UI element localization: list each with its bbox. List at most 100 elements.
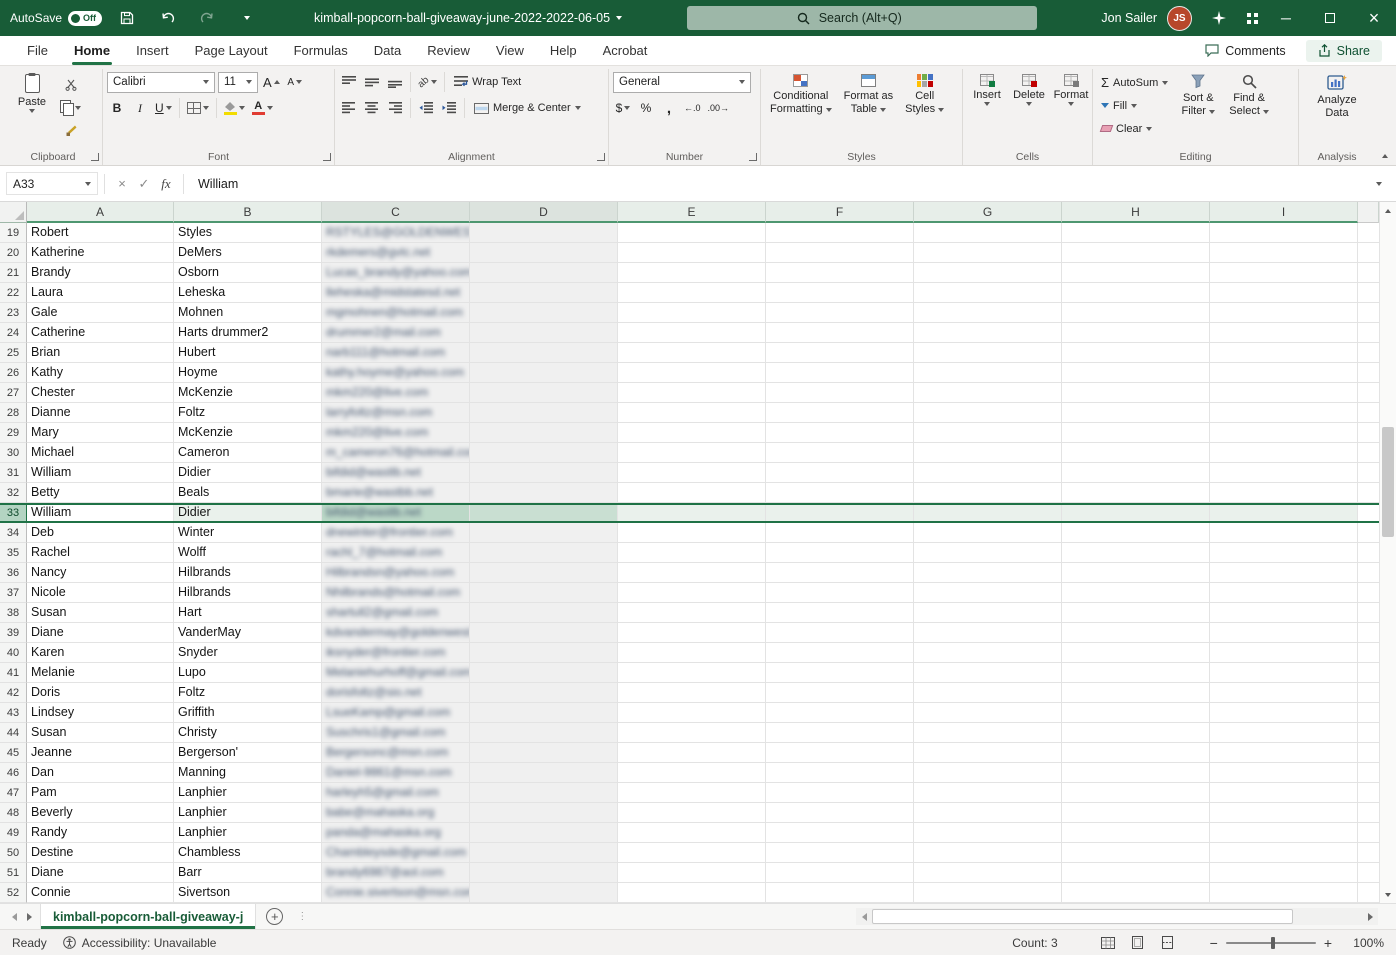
cell-D29[interactable] (470, 423, 618, 443)
cell-C28[interactable]: larryfoltz@msn.com (322, 403, 470, 423)
cell-G26[interactable] (914, 363, 1062, 383)
cell-H35[interactable] (1062, 543, 1210, 563)
decrease-font-button[interactable]: A (285, 72, 305, 93)
cell-G21[interactable] (914, 263, 1062, 283)
cell-I37[interactable] (1210, 583, 1358, 603)
row-header-22[interactable]: 22 (0, 283, 27, 303)
row-header-48[interactable]: 48 (0, 803, 27, 823)
cell-D41[interactable] (470, 663, 618, 683)
cell-B35[interactable]: Wolff (174, 543, 322, 563)
scroll-up-button[interactable] (1380, 202, 1396, 219)
cell-E28[interactable] (618, 403, 766, 423)
cell-H51[interactable] (1062, 863, 1210, 883)
cell-F49[interactable] (766, 823, 914, 843)
cell-F29[interactable] (766, 423, 914, 443)
column-header-I[interactable]: I (1210, 202, 1358, 223)
cell-C48[interactable]: babe@mahaska.org (322, 803, 470, 823)
font-color-button[interactable]: A (250, 98, 275, 119)
close-button[interactable]: × (1352, 0, 1396, 36)
cell-I50[interactable] (1210, 843, 1358, 863)
cell-H42[interactable] (1062, 683, 1210, 703)
cell-I27[interactable] (1210, 383, 1358, 403)
cell-F35[interactable] (766, 543, 914, 563)
column-header-H[interactable]: H (1062, 202, 1210, 223)
cell-I35[interactable] (1210, 543, 1358, 563)
cell-D22[interactable] (470, 283, 618, 303)
number-format-select[interactable]: General (613, 72, 751, 93)
cell-E27[interactable] (618, 383, 766, 403)
cell-C32[interactable]: bmarie@wastbb.net (322, 483, 470, 503)
cell-G40[interactable] (914, 643, 1062, 663)
cell-G22[interactable] (914, 283, 1062, 303)
cell-F32[interactable] (766, 483, 914, 503)
cell-F23[interactable] (766, 303, 914, 323)
cell-A27[interactable]: Chester (27, 383, 174, 403)
font-size-select[interactable]: 11 (218, 72, 258, 93)
cell-A28[interactable]: Dianne (27, 403, 174, 423)
cell-F31[interactable] (766, 463, 914, 483)
cell-H25[interactable] (1062, 343, 1210, 363)
add-sheet-button[interactable]: + (266, 908, 283, 925)
cell-G23[interactable] (914, 303, 1062, 323)
cell-G35[interactable] (914, 543, 1062, 563)
undo-button[interactable] (152, 0, 182, 36)
cell-E20[interactable] (618, 243, 766, 263)
row-header-19[interactable]: 19 (0, 223, 27, 243)
cell-A45[interactable]: Jeanne (27, 743, 174, 763)
row-header-36[interactable]: 36 (0, 563, 27, 583)
cell-E23[interactable] (618, 303, 766, 323)
cell-I22[interactable] (1210, 283, 1358, 303)
row-header-40[interactable]: 40 (0, 643, 27, 663)
cell-A48[interactable]: Beverly (27, 803, 174, 823)
tab-help[interactable]: Help (537, 36, 590, 65)
cell-A21[interactable]: Brandy (27, 263, 174, 283)
cell-G33[interactable] (914, 503, 1062, 523)
format-cells-button[interactable]: Format (1051, 70, 1091, 149)
cell-F46[interactable] (766, 763, 914, 783)
cell-F24[interactable] (766, 323, 914, 343)
cell-H48[interactable] (1062, 803, 1210, 823)
cell-E42[interactable] (618, 683, 766, 703)
accounting-format-button[interactable]: $ (613, 98, 633, 119)
row-header-39[interactable]: 39 (0, 623, 27, 643)
cell-C31[interactable]: bifdid@wastlb.net (322, 463, 470, 483)
cell-D48[interactable] (470, 803, 618, 823)
cell-H52[interactable] (1062, 883, 1210, 903)
cell-I46[interactable] (1210, 763, 1358, 783)
row-header-31[interactable]: 31 (0, 463, 27, 483)
zoom-in-button[interactable]: + (1324, 935, 1332, 951)
cell-H43[interactable] (1062, 703, 1210, 723)
cell-G47[interactable] (914, 783, 1062, 803)
formula-bar-expand-button[interactable] (1368, 173, 1390, 195)
cell-I44[interactable] (1210, 723, 1358, 743)
cell-A42[interactable]: Doris (27, 683, 174, 703)
cell-C25[interactable]: narb111@hotmail.com (322, 343, 470, 363)
cell-A23[interactable]: Gale (27, 303, 174, 323)
cell-I43[interactable] (1210, 703, 1358, 723)
cell-E35[interactable] (618, 543, 766, 563)
cell-F22[interactable] (766, 283, 914, 303)
column-header-C[interactable]: C (322, 202, 470, 223)
cell-B42[interactable]: Foltz (174, 683, 322, 703)
delete-cells-button[interactable]: Delete (1009, 70, 1049, 149)
user-name[interactable]: Jon Sailer (1101, 11, 1157, 25)
cell-D19[interactable] (470, 223, 618, 243)
cell-H27[interactable] (1062, 383, 1210, 403)
cell-G45[interactable] (914, 743, 1062, 763)
sheet-nav-right-icon[interactable] (27, 913, 32, 921)
cell-G20[interactable] (914, 243, 1062, 263)
cell-G34[interactable] (914, 523, 1062, 543)
cell-E32[interactable] (618, 483, 766, 503)
cell-G42[interactable] (914, 683, 1062, 703)
cell-I45[interactable] (1210, 743, 1358, 763)
tab-insert[interactable]: Insert (123, 36, 182, 65)
cell-I25[interactable] (1210, 343, 1358, 363)
align-center-button[interactable] (362, 98, 382, 119)
cell-H28[interactable] (1062, 403, 1210, 423)
cell-A24[interactable]: Catherine (27, 323, 174, 343)
row-header-32[interactable]: 32 (0, 483, 27, 503)
cell-F21[interactable] (766, 263, 914, 283)
cell-B24[interactable]: Harts drummer2 (174, 323, 322, 343)
tab-formulas[interactable]: Formulas (281, 36, 361, 65)
cell-G46[interactable] (914, 763, 1062, 783)
